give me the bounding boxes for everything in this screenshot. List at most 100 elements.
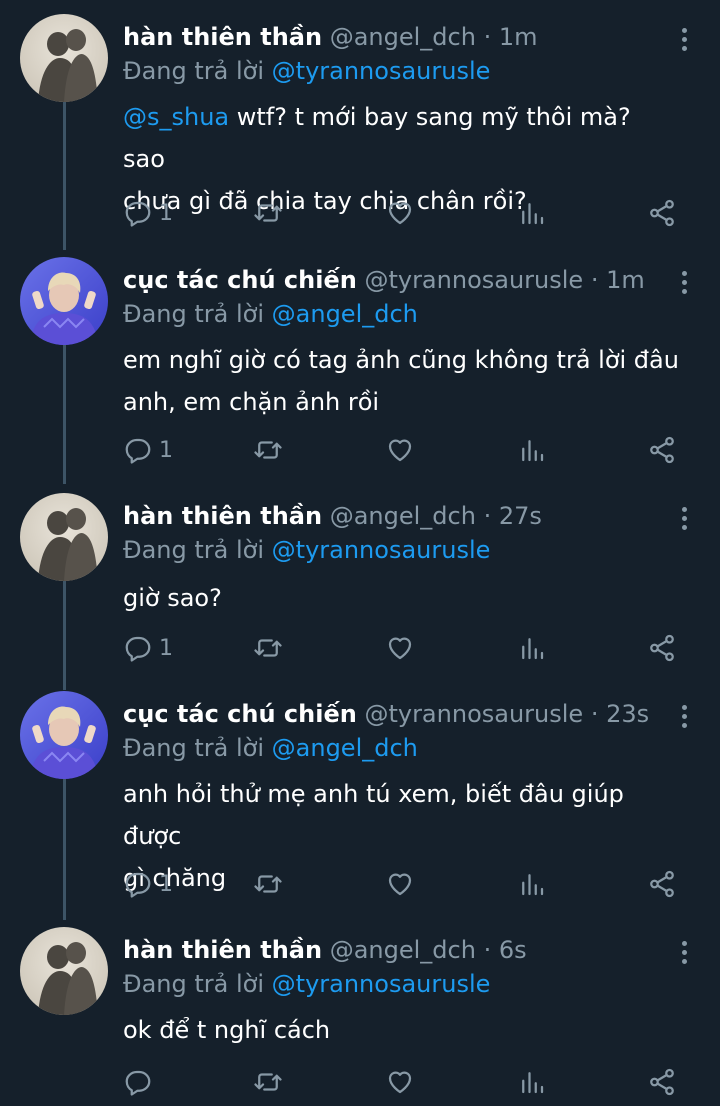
display-name[interactable]: hàn thiên thần bbox=[123, 23, 322, 51]
display-name[interactable]: cục tác chú chiến bbox=[123, 266, 357, 294]
like-icon bbox=[388, 202, 412, 225]
replying-to: Đang trả lời @tyrannosaurusle bbox=[123, 967, 490, 1001]
thread-line bbox=[63, 778, 66, 920]
like-icon bbox=[388, 873, 412, 896]
retweet-button[interactable] bbox=[253, 867, 283, 901]
avatar[interactable] bbox=[20, 691, 108, 779]
tweet-text-line: anh hỏi thử mẹ anh tú xem, biết đâu giúp… bbox=[123, 780, 624, 850]
replying-prefix: Đang trả lời bbox=[123, 970, 265, 998]
tweet-text-line: giờ sao? bbox=[123, 584, 222, 612]
display-name[interactable]: hàn thiên thần bbox=[123, 502, 322, 530]
retweet-icon bbox=[254, 204, 282, 222]
reply-count: 1 bbox=[159, 437, 173, 463]
reply-icon bbox=[125, 1070, 151, 1096]
share-icon bbox=[650, 870, 674, 898]
person-avatar-image bbox=[20, 257, 108, 345]
reply-icon bbox=[125, 636, 151, 662]
share-icon bbox=[650, 199, 674, 227]
timestamp[interactable]: 6s bbox=[499, 936, 527, 964]
replying-to: Đang trả lời @angel_dch bbox=[123, 297, 418, 331]
more-options-icon[interactable] bbox=[678, 941, 690, 967]
user-handle[interactable]: @angel_dch bbox=[330, 936, 476, 964]
user-handle[interactable]: @angel_dch bbox=[330, 23, 476, 51]
analytics-button[interactable] bbox=[517, 433, 547, 467]
thread-line bbox=[63, 100, 66, 250]
like-icon bbox=[388, 1071, 412, 1094]
reply-icon bbox=[125, 872, 151, 898]
reply-button[interactable] bbox=[123, 1065, 159, 1099]
shadow-avatar-image bbox=[20, 14, 108, 102]
like-button[interactable] bbox=[385, 196, 415, 230]
user-handle[interactable]: @tyrannosaurusle bbox=[364, 700, 583, 728]
action-bar: 1 bbox=[123, 867, 683, 901]
reply-icon bbox=[125, 201, 151, 227]
display-name[interactable]: hàn thiên thần bbox=[123, 936, 322, 964]
user-handle[interactable]: @angel_dch bbox=[330, 502, 476, 530]
share-button[interactable] bbox=[647, 867, 677, 901]
like-button[interactable] bbox=[385, 631, 415, 665]
retweet-icon bbox=[254, 639, 282, 657]
replying-to-mention[interactable]: @tyrannosaurusle bbox=[272, 970, 491, 998]
reply-button[interactable]: 1 bbox=[123, 867, 173, 901]
retweet-button[interactable] bbox=[253, 196, 283, 230]
replying-to-mention[interactable]: @tyrannosaurusle bbox=[272, 536, 491, 564]
replying-to: Đang trả lời @angel_dch bbox=[123, 731, 418, 765]
like-button[interactable] bbox=[385, 867, 415, 901]
analytics-icon bbox=[522, 203, 544, 225]
avatar[interactable] bbox=[20, 257, 108, 345]
action-bar: 1 bbox=[123, 196, 683, 230]
more-options-icon[interactable] bbox=[678, 271, 690, 297]
replying-to-mention[interactable]: @angel_dch bbox=[272, 300, 418, 328]
tweet-header: hàn thiên thần @angel_dch · 27s bbox=[123, 502, 542, 530]
like-button[interactable] bbox=[385, 1065, 415, 1099]
retweet-button[interactable] bbox=[253, 433, 283, 467]
thread-line bbox=[63, 580, 66, 690]
tweet-header: cục tác chú chiến @tyrannosaurusle · 1m bbox=[123, 266, 645, 294]
more-options-icon[interactable] bbox=[678, 705, 690, 731]
share-button[interactable] bbox=[647, 1065, 677, 1099]
analytics-button[interactable] bbox=[517, 1065, 547, 1099]
retweet-button[interactable] bbox=[253, 1065, 283, 1099]
tweet-text: giờ sao? bbox=[123, 577, 680, 619]
shadow-avatar-image bbox=[20, 493, 108, 581]
replying-to: Đang trả lời @tyrannosaurusle bbox=[123, 54, 490, 88]
reply-button[interactable]: 1 bbox=[123, 433, 173, 467]
retweet-button[interactable] bbox=[253, 631, 283, 665]
text-mention[interactable]: @s_shua bbox=[123, 103, 229, 131]
replying-prefix: Đang trả lời bbox=[123, 734, 265, 762]
reply-button[interactable]: 1 bbox=[123, 631, 173, 665]
more-options-icon[interactable] bbox=[678, 507, 690, 533]
analytics-button[interactable] bbox=[517, 867, 547, 901]
timestamp[interactable]: 1m bbox=[606, 266, 645, 294]
timestamp[interactable]: 27s bbox=[499, 502, 542, 530]
reply-count: 1 bbox=[159, 200, 173, 226]
display-name[interactable]: cục tác chú chiến bbox=[123, 700, 357, 728]
replying-to-mention[interactable]: @angel_dch bbox=[272, 734, 418, 762]
action-bar bbox=[123, 1065, 683, 1099]
tweet-text-line: anh, em chặn ảnh rồi bbox=[123, 388, 380, 416]
share-icon bbox=[650, 634, 674, 662]
reply-button[interactable]: 1 bbox=[123, 196, 173, 230]
avatar[interactable] bbox=[20, 14, 108, 102]
like-button[interactable] bbox=[385, 433, 415, 467]
share-button[interactable] bbox=[647, 433, 677, 467]
replying-prefix: Đang trả lời bbox=[123, 300, 265, 328]
user-handle[interactable]: @tyrannosaurusle bbox=[364, 266, 583, 294]
more-options-icon[interactable] bbox=[678, 28, 690, 54]
shadow-avatar-image bbox=[20, 927, 108, 1015]
reply-count: 1 bbox=[159, 635, 173, 661]
avatar[interactable] bbox=[20, 927, 108, 1015]
avatar[interactable] bbox=[20, 493, 108, 581]
timestamp[interactable]: 1m bbox=[499, 23, 538, 51]
analytics-button[interactable] bbox=[517, 196, 547, 230]
analytics-icon bbox=[522, 874, 544, 896]
analytics-button[interactable] bbox=[517, 631, 547, 665]
person-avatar-image bbox=[20, 691, 108, 779]
timestamp[interactable]: 23s bbox=[606, 700, 649, 728]
share-button[interactable] bbox=[647, 196, 677, 230]
tweet-text-line: em nghĩ giờ có tag ảnh cũng không trả lờ… bbox=[123, 346, 679, 374]
replying-to-mention[interactable]: @tyrannosaurusle bbox=[272, 57, 491, 85]
thread-line bbox=[63, 344, 66, 484]
share-button[interactable] bbox=[647, 631, 677, 665]
tweet-header: cục tác chú chiến @tyrannosaurusle · 23s bbox=[123, 700, 650, 728]
